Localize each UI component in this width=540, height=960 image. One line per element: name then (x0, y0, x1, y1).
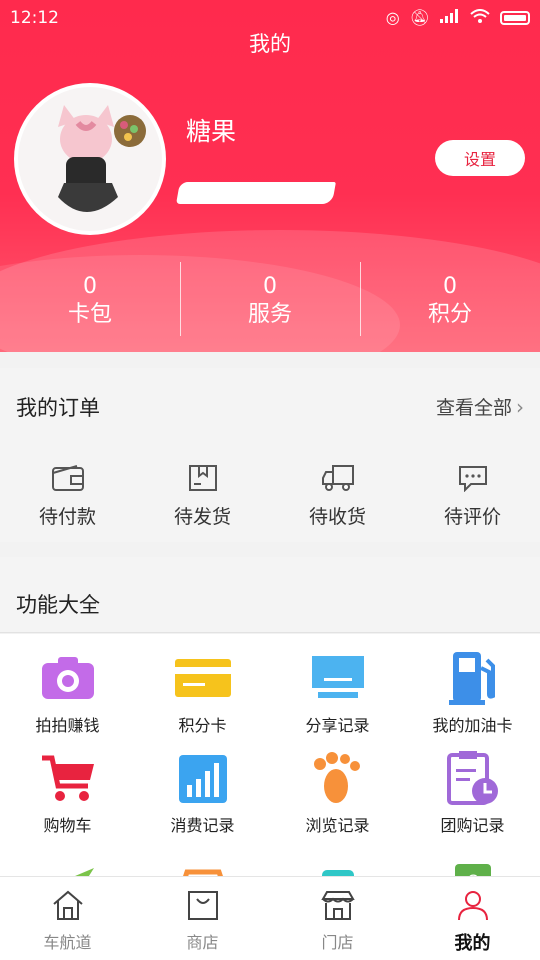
feature-snap-earn[interactable]: 拍拍赚钱 (0, 650, 135, 750)
page-title: 我的 (249, 32, 291, 56)
status-time: 12:12 (10, 8, 59, 28)
feature-label: 浏览记录 (305, 816, 370, 835)
comment-icon (455, 462, 491, 494)
bottom-navigation: 车航道 商店 门店 我的 (0, 876, 540, 960)
features-header: 功能大全 (0, 557, 540, 633)
nav-item-home[interactable]: 车航道 (0, 877, 135, 960)
footprint-icon (308, 750, 368, 806)
orders-title: 我的订单 (16, 396, 100, 420)
stat-services[interactable]: 0 服务 (180, 262, 360, 340)
shopping-bag-icon (186, 889, 220, 925)
phone-number-redacted (176, 182, 336, 204)
bar-chart-icon (173, 750, 233, 806)
car-icon (173, 850, 233, 876)
feature-label: 分享记录 (305, 716, 370, 735)
order-label: 待评价 (443, 506, 501, 528)
stat-points[interactable]: 0 积分 (360, 262, 540, 340)
stat-label: 服务 (247, 302, 292, 327)
stat-label: 卡包 (67, 302, 112, 327)
feature-label: 团购记录 (440, 816, 505, 835)
nav-label: 门店 (321, 933, 354, 952)
feature-partial-send[interactable] (0, 850, 135, 876)
stats-row: 0 卡包 0 服务 0 积分 (0, 262, 540, 340)
stat-value: 0 (263, 274, 277, 299)
feature-my-fuel-card[interactable]: 我的加油卡 (405, 650, 540, 750)
location-icon: ◎ (385, 8, 400, 27)
feature-label: 购物车 (43, 816, 92, 835)
avatar[interactable] (14, 83, 166, 235)
truck-icon (320, 462, 356, 494)
fuel-pump-icon (443, 650, 503, 706)
package-icon (185, 462, 221, 494)
camera-icon (38, 650, 98, 706)
signal-icon (440, 8, 460, 27)
feature-partial-bus[interactable] (270, 850, 405, 876)
q-badge-icon: Q (443, 850, 503, 876)
view-all-orders-link[interactable]: 查看全部 › (436, 393, 524, 420)
order-label: 待付款 (38, 506, 96, 528)
username: 糖果 (186, 117, 237, 146)
settings-button[interactable]: 设置 (435, 140, 525, 176)
feature-share-records[interactable]: 分享记录 (270, 650, 405, 750)
nav-item-shop[interactable]: 商店 (135, 877, 270, 960)
profile-header: 12:12 ◎ 🔕︎ 我的 糖果 设置 0 卡包 0 服务 0 积分 (0, 0, 540, 352)
feature-shopping-cart[interactable]: 购物车 (0, 750, 135, 850)
order-status-row: 待付款 待发货 待收货 待评价 (0, 462, 540, 532)
nav-item-me[interactable]: 我的 (405, 877, 540, 960)
order-label: 待收货 (308, 506, 366, 528)
stat-card-wallet[interactable]: 0 卡包 (0, 262, 180, 340)
storefront-icon (320, 889, 356, 925)
stat-label: 积分 (427, 302, 472, 327)
feature-partial-qr[interactable]: Q (405, 850, 540, 876)
nav-label: 我的 (454, 933, 491, 954)
cart-icon (38, 750, 98, 806)
bus-icon (308, 850, 368, 876)
orders-header: 我的订单 查看全部 › (0, 368, 540, 444)
mute-icon: 🔕︎ (409, 8, 430, 27)
card-icon (173, 650, 233, 706)
order-pending-receipt[interactable]: 待收货 (270, 462, 405, 532)
battery-icon (500, 10, 530, 25)
view-all-label: 查看全部 (435, 397, 512, 419)
order-pending-shipment[interactable]: 待发货 (135, 462, 270, 532)
order-pending-payment[interactable]: 待付款 (0, 462, 135, 532)
stat-value: 0 (443, 274, 457, 299)
nav-label: 车航道 (43, 933, 92, 952)
paper-plane-icon (38, 850, 98, 876)
wifi-icon (470, 8, 490, 27)
nav-label: 商店 (186, 933, 219, 952)
features-title: 功能大全 (16, 593, 100, 617)
orders-section: 我的订单 查看全部 › 待付款 待发货 待收货 待评价 (0, 368, 540, 542)
wallet-icon (50, 462, 86, 494)
chevron-right-icon: › (516, 394, 524, 419)
status-icons: ◎ 🔕︎ (386, 8, 530, 27)
clipboard-clock-icon (443, 750, 503, 806)
features-grid: 拍拍赚钱 积分卡 分享记录 我的加油卡 购物车 消费记录 浏览记录 团购记录 (0, 634, 540, 876)
feature-label: 我的加油卡 (432, 716, 513, 735)
monitor-icon (308, 650, 368, 706)
feature-points-card[interactable]: 积分卡 (135, 650, 270, 750)
feature-label: 积分卡 (178, 716, 227, 735)
feature-group-buy-records[interactable]: 团购记录 (405, 750, 540, 850)
stat-value: 0 (83, 274, 97, 299)
feature-label: 拍拍赚钱 (35, 716, 100, 735)
nav-item-store[interactable]: 门店 (270, 877, 405, 960)
feature-label: 消费记录 (170, 816, 235, 835)
order-label: 待发货 (173, 506, 231, 528)
user-icon (456, 889, 490, 925)
feature-spending-records[interactable]: 消费记录 (135, 750, 270, 850)
home-icon (51, 889, 85, 925)
feature-browse-history[interactable]: 浏览记录 (270, 750, 405, 850)
feature-partial-car[interactable] (135, 850, 270, 876)
features-panel: 拍拍赚钱 积分卡 分享记录 我的加油卡 购物车 消费记录 浏览记录 团购记录 (0, 634, 540, 876)
order-pending-review[interactable]: 待评价 (405, 462, 540, 532)
